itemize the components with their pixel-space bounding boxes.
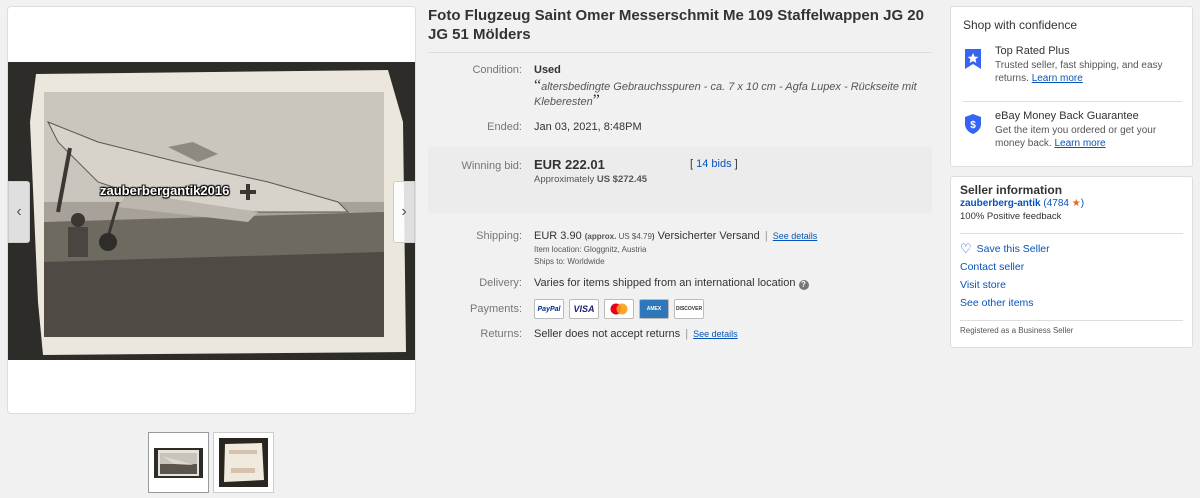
condition-value-block: Used “altersbedingte Gebrauchsspuren - c… xyxy=(534,63,936,110)
seller-name-row: zauberberg-antik (4784 ★) xyxy=(960,197,1183,210)
save-seller-label: Save this Seller xyxy=(976,243,1050,255)
next-image-button[interactable]: › xyxy=(393,181,415,243)
shipping-value-block: EUR 3.90 (approx. US $4.79) Versicherter… xyxy=(534,229,936,268)
shipping-approx-open: (approx. xyxy=(584,232,617,241)
seller-name-link[interactable]: zauberberg-antik xyxy=(960,198,1041,209)
thumbnail-strip xyxy=(148,432,274,493)
condition-description: “altersbedingte Gebrauchsspuren - ca. 7 … xyxy=(534,78,936,110)
thumbnail-back[interactable] xyxy=(213,432,274,493)
shop-with-confidence-panel: Shop with confidence Top Rated Plus Trus… xyxy=(950,6,1193,167)
star-icon: ★ xyxy=(1071,198,1081,209)
shipping-label: Shipping: xyxy=(476,230,522,242)
prev-image-button[interactable]: ‹ xyxy=(8,181,30,243)
delivery-value-block: Varies for items shipped from an interna… xyxy=(534,276,936,291)
seller-score[interactable]: (4784 ★) xyxy=(1043,198,1084,209)
returns-see-details-link[interactable]: See details xyxy=(693,329,738,339)
score-close: ) xyxy=(1080,198,1085,209)
separator: | xyxy=(685,328,689,340)
shipping-method: Versicherter Versand xyxy=(657,230,760,242)
item-title: Foto Flugzeug Saint Omer Messerschmit Me… xyxy=(428,6,932,53)
seller-info-title: Seller information xyxy=(960,183,1063,197)
shipping-approx-close: ) xyxy=(651,232,655,241)
main-photo[interactable]: zauberbergantik2016 xyxy=(8,62,415,360)
guarantee-desc: Get the item you ordered or get your mon… xyxy=(995,124,1185,150)
returns-row: Returns: Seller does not accept returns … xyxy=(428,327,936,342)
paypal-icon: PayPal xyxy=(534,299,564,319)
watermark-text: zauberbergantik2016 xyxy=(100,183,230,198)
winning-bid-box: Winning bid: EUR 222.01 Approximately US… xyxy=(428,147,932,213)
payments-row: Payments: PayPal VISA AMEX DISCOVER xyxy=(428,299,936,319)
winning-bid-values: EUR 222.01 Approximately US $272.45 xyxy=(534,157,647,187)
thumbnail-front[interactable] xyxy=(148,432,209,493)
winning-bid-amount: EUR 222.01 xyxy=(534,157,605,172)
divider xyxy=(960,233,1183,234)
item-location: Item location: Gloggnitz, Austria xyxy=(534,245,647,254)
guarantee-title: eBay Money Back Guarantee xyxy=(995,110,1139,122)
divider xyxy=(963,101,1182,102)
close-quote-icon: ” xyxy=(592,92,600,109)
help-icon[interactable]: ? xyxy=(798,280,809,290)
amex-icon: AMEX xyxy=(639,299,669,319)
shield-icon: $ xyxy=(963,113,983,135)
approx-prefix: Approximately xyxy=(534,174,595,185)
top-rated-desc: Trusted seller, fast shipping, and easy … xyxy=(995,59,1185,85)
score-value: 4784 xyxy=(1046,198,1069,209)
returns-label: Returns: xyxy=(480,328,522,340)
payment-methods: PayPal VISA AMEX DISCOVER xyxy=(534,299,936,319)
visa-icon: VISA xyxy=(569,299,599,319)
item-details: Foto Flugzeug Saint Omer Messerschmit Me… xyxy=(428,6,936,342)
top-rated-badge-icon xyxy=(963,48,983,70)
contact-seller-link[interactable]: Contact seller xyxy=(960,258,1183,276)
bid-count-open: [ xyxy=(690,158,694,170)
chevron-right-icon: › xyxy=(401,203,407,220)
svg-text:$: $ xyxy=(970,120,976,131)
winning-bid-approx: Approximately US $272.45 xyxy=(534,172,647,187)
condition-label: Condition: xyxy=(472,64,522,76)
business-seller-note: Registered as a Business Seller xyxy=(960,326,1074,335)
positive-feedback: 100% Positive feedback xyxy=(960,211,1062,222)
shipping-row: Shipping: EUR 3.90 (approx. US $4.79) Ve… xyxy=(428,229,936,268)
heart-icon: ♡ xyxy=(960,241,972,256)
top-rated-title: Top Rated Plus xyxy=(995,45,1070,57)
save-seller-link[interactable]: ♡ Save this Seller xyxy=(960,240,1183,258)
winning-bid-label: Winning bid: xyxy=(461,160,522,172)
approx-value: US $272.45 xyxy=(596,174,648,185)
mastercard-icon xyxy=(604,299,634,319)
payments-label: Payments: xyxy=(470,302,522,315)
visit-store-link[interactable]: Visit store xyxy=(960,276,1183,294)
guarantee-learn-more-link[interactable]: Learn more xyxy=(1054,138,1105,149)
returns-value: Seller does not accept returns xyxy=(534,328,681,340)
confidence-title: Shop with confidence xyxy=(963,18,1078,32)
ended-label: Ended: xyxy=(487,121,522,133)
returns-value-block: Seller does not accept returns | See det… xyxy=(534,327,936,342)
discover-icon: DISCOVER xyxy=(674,299,704,319)
top-rated-learn-more-link[interactable]: Learn more xyxy=(1032,73,1083,84)
condition-value: Used xyxy=(534,64,561,76)
ended-value: Jan 03, 2021, 8:48PM xyxy=(534,121,642,133)
ships-to: Ships to: Worldwide xyxy=(534,257,605,266)
shipping-amount: EUR 3.90 xyxy=(534,230,582,242)
delivery-value: Varies for items shipped from an interna… xyxy=(534,277,796,289)
see-other-items-link[interactable]: See other items xyxy=(960,294,1183,312)
ended-row: Ended: Jan 03, 2021, 8:48PM xyxy=(428,120,936,135)
shipping-approx: (approx. US $4.79) xyxy=(585,232,655,241)
condition-row: Condition: Used “altersbedingte Gebrauch… xyxy=(428,63,936,110)
chevron-left-icon: ‹ xyxy=(16,203,22,220)
bid-count-close: ] xyxy=(734,158,738,170)
delivery-label: Delivery: xyxy=(479,277,522,289)
shipping-approx-value: US $4.79 xyxy=(618,232,652,241)
divider xyxy=(960,320,1183,321)
condition-description-text: altersbedingte Gebrauchsspuren - ca. 7 x… xyxy=(534,81,917,108)
bid-count-link[interactable]: 14 bids xyxy=(696,158,731,170)
shipping-see-details-link[interactable]: See details xyxy=(773,231,818,241)
image-gallery: zauberbergantik2016 ‹ › xyxy=(7,6,416,414)
separator: | xyxy=(764,230,768,242)
delivery-row: Delivery: Varies for items shipped from … xyxy=(428,276,936,291)
bid-count: [ 14 bids ] xyxy=(690,157,738,172)
seller-information-panel: Seller information zauberberg-antik (478… xyxy=(950,176,1193,348)
winning-bid-row: Winning bid: EUR 222.01 Approximately US… xyxy=(428,157,932,187)
